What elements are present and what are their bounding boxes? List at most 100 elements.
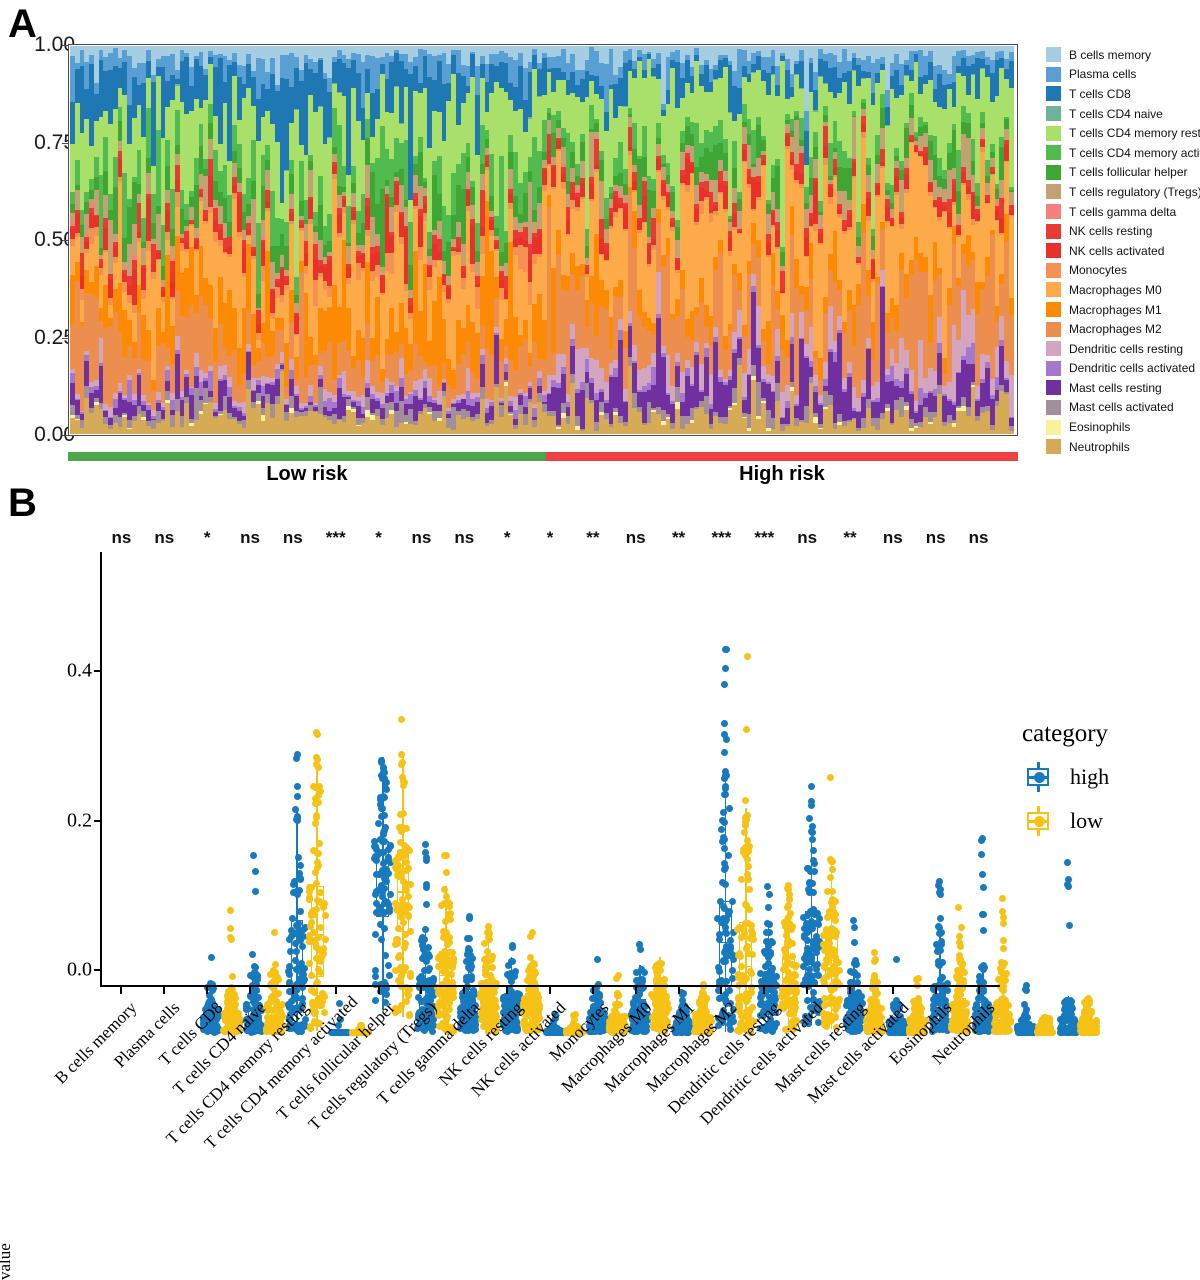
panel-a-legend-item: Dendritic cells activated bbox=[1046, 359, 1200, 379]
legend-color-swatch bbox=[1046, 302, 1061, 317]
panel-a-legend-item: Neutrophils bbox=[1046, 437, 1200, 457]
panel-a-legend-item: T cells CD4 naive bbox=[1046, 104, 1200, 124]
panel-a-legend-item: Mast cells resting bbox=[1046, 378, 1200, 398]
legend-item-label: T cells regulatory (Tregs) bbox=[1069, 185, 1200, 199]
legend-color-swatch bbox=[1046, 380, 1061, 395]
panel-a-bar-segment bbox=[1009, 315, 1014, 375]
legend-color-swatch bbox=[1046, 126, 1061, 141]
legend-item-label: T cells CD4 memory resting bbox=[1069, 126, 1200, 140]
panel-a-legend-item: Macrophages M1 bbox=[1046, 300, 1200, 320]
panel-a-legend-item: NK cells activated bbox=[1046, 241, 1200, 261]
panel-a-legend-item: Dendritic cells resting bbox=[1046, 339, 1200, 359]
panel-a-bar-segment bbox=[1009, 431, 1014, 434]
legend-item-label: Monocytes bbox=[1069, 263, 1127, 277]
legend-color-swatch bbox=[1046, 361, 1061, 376]
legend-color-swatch bbox=[1046, 243, 1061, 258]
legend-item-label: T cells gamma delta bbox=[1069, 205, 1176, 219]
panel-a-legend-item: B cells memory bbox=[1046, 45, 1200, 65]
legend-color-swatch bbox=[1046, 184, 1061, 199]
risk-strip-high bbox=[546, 452, 1018, 461]
legend-item-label: Dendritic cells activated bbox=[1069, 361, 1195, 375]
panel-a-risk-strip bbox=[68, 452, 1018, 461]
panel-a-legend-item: T cells CD4 memory resting bbox=[1046, 123, 1200, 143]
panel-b-data-point bbox=[271, 929, 278, 936]
panel-a-legend-item: T cells regulatory (Tregs) bbox=[1046, 182, 1200, 202]
panel-b-data-point bbox=[227, 907, 234, 914]
legend-color-swatch bbox=[1046, 204, 1061, 219]
panel-b-data-point bbox=[249, 951, 256, 958]
panel-b-data-point bbox=[372, 997, 379, 1004]
legend-item-label: Macrophages M0 bbox=[1069, 283, 1162, 297]
legend-color-swatch bbox=[1046, 67, 1061, 82]
panel-a-legend-item: T cells CD4 memory activated bbox=[1046, 143, 1200, 163]
legend-color-swatch bbox=[1046, 263, 1061, 278]
panel-a-bar-segment bbox=[1009, 418, 1014, 426]
legend-item-label: Eosinophils bbox=[1069, 420, 1130, 434]
legend-color-swatch bbox=[1046, 439, 1061, 454]
panel-a-bar-segment bbox=[1009, 375, 1014, 417]
panel-a-legend-item: Monocytes bbox=[1046, 261, 1200, 281]
panel-b-data-point bbox=[297, 876, 304, 883]
panel-a-bar-segment bbox=[1009, 88, 1014, 187]
legend-item-label: NK cells resting bbox=[1069, 224, 1152, 238]
panel-a-legend-item: Mast cells activated bbox=[1046, 398, 1200, 418]
legend-color-swatch bbox=[1046, 86, 1061, 101]
panel-a-plot-area bbox=[68, 44, 1018, 436]
legend-item-label: NK cells activated bbox=[1069, 244, 1164, 258]
panel-b-data-point bbox=[227, 925, 234, 932]
legend-item-label: Mast cells activated bbox=[1069, 400, 1174, 414]
panel-a-bar-segment bbox=[1009, 61, 1014, 88]
panel-a-legend-item: T cells gamma delta bbox=[1046, 202, 1200, 222]
panel-a-bar-segment bbox=[1009, 298, 1014, 315]
panel-b-data-point bbox=[372, 973, 379, 980]
panel-b-plot-area bbox=[100, 552, 1000, 984]
panel-a-legend-item: Macrophages M0 bbox=[1046, 280, 1200, 300]
legend-item-label: Neutrophils bbox=[1069, 440, 1130, 454]
legend-color-swatch bbox=[1046, 47, 1061, 62]
panel-b-data-point bbox=[275, 976, 282, 983]
panel-b-data-point bbox=[385, 962, 392, 969]
panel-a-stacked-bars bbox=[70, 46, 1016, 434]
legend-item-label: Plasma cells bbox=[1069, 67, 1136, 81]
panel-b-data-point bbox=[375, 820, 382, 827]
panel-b-data-point bbox=[228, 936, 235, 943]
legend-item-label: T cells follicular helper bbox=[1069, 165, 1188, 179]
panel-a-legend-item: T cells follicular helper bbox=[1046, 163, 1200, 183]
panel-a-legend-item: T cells CD8 bbox=[1046, 84, 1200, 104]
legend-item-label: B cells memory bbox=[1069, 48, 1151, 62]
panel-a-sample-bar bbox=[1009, 46, 1014, 434]
legend-color-swatch bbox=[1046, 224, 1061, 239]
legend-item-label: T cells CD4 naive bbox=[1069, 107, 1163, 121]
panel-b-data-point bbox=[252, 888, 259, 895]
legend-color-swatch bbox=[1046, 106, 1061, 121]
panel-a-legend-item: NK cells resting bbox=[1046, 221, 1200, 241]
legend-item-label: Mast cells resting bbox=[1069, 381, 1162, 395]
legend-item-label: Macrophages M2 bbox=[1069, 322, 1162, 336]
panel-a: A 1.000.750.500.250.00 Low risk High ris… bbox=[0, 0, 1200, 492]
risk-label-low: Low risk bbox=[68, 463, 546, 486]
panel-b-data-point bbox=[294, 783, 301, 790]
legend-color-swatch bbox=[1046, 145, 1061, 160]
panel-a-legend: B cells memory Plasma cells T cells CD8 T c… bbox=[1046, 45, 1200, 456]
panel-a-legend-item: Eosinophils bbox=[1046, 417, 1200, 437]
panel-b-data-point bbox=[319, 998, 326, 1005]
panel-b-median-line bbox=[376, 874, 389, 876]
panel-b-data-point bbox=[294, 793, 301, 800]
legend-item-label: Dendritic cells resting bbox=[1069, 342, 1183, 356]
legend-item-label: Macrophages M1 bbox=[1069, 303, 1162, 317]
risk-strip-low bbox=[68, 452, 546, 461]
panel-a-bar-segment bbox=[1009, 192, 1014, 205]
panel-a-bar-segment bbox=[1009, 216, 1014, 298]
legend-color-swatch bbox=[1046, 400, 1061, 415]
legend-item-label: T cells CD4 memory activated bbox=[1069, 146, 1200, 160]
panel-b-box bbox=[311, 886, 324, 977]
legend-color-swatch bbox=[1046, 322, 1061, 337]
panel-b-data-point bbox=[208, 954, 215, 961]
panel-b-data-point bbox=[297, 908, 304, 915]
panel-b-data-point bbox=[252, 868, 259, 875]
panel-b-median-line bbox=[291, 967, 304, 969]
legend-item-label: T cells CD8 bbox=[1069, 87, 1131, 101]
legend-color-swatch bbox=[1046, 165, 1061, 180]
legend-color-swatch bbox=[1046, 341, 1061, 356]
panel-a-bar-segment bbox=[1009, 52, 1014, 60]
